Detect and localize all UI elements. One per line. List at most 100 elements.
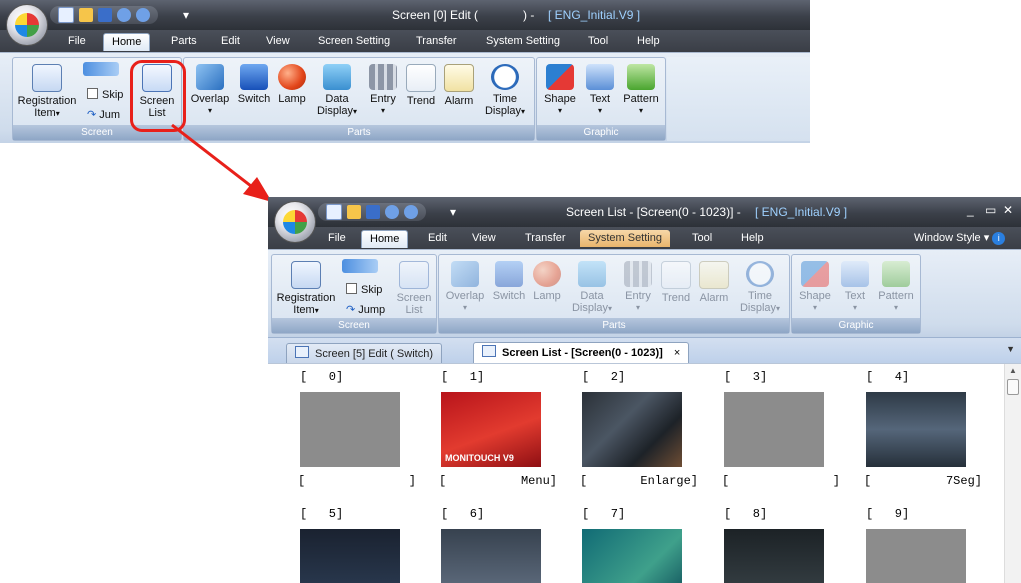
skip-checkbox[interactable]: Skip (346, 283, 382, 296)
screen-thumbnail[interactable] (582, 529, 682, 583)
data-display-label-2: Display (571, 302, 609, 314)
lamp-label: Lamp (533, 290, 561, 302)
new-file-icon[interactable] (326, 204, 342, 220)
tab-edit[interactable]: Edit (420, 230, 455, 247)
switch-label: Switch (492, 290, 526, 302)
close-icon[interactable]: ✕ (1003, 203, 1013, 217)
tab-view[interactable]: View (464, 230, 504, 247)
screen-number: [ 2] (582, 370, 626, 384)
switch-button[interactable]: Switch (489, 261, 529, 302)
screen-thumbnail[interactable] (300, 392, 400, 467)
screen-list-item[interactable]: [ 2] [Enlarge] (580, 370, 698, 488)
screen-list-item[interactable]: [ 9] (866, 507, 966, 583)
entry-label: Entry (625, 290, 651, 302)
time-display-button[interactable]: Time Display▾ (735, 261, 785, 315)
doc-tab-screen-edit[interactable]: Screen [5] Edit ( Switch) (286, 343, 442, 364)
screen-thumbnail[interactable] (300, 529, 400, 583)
trend-button[interactable]: Trend (659, 261, 693, 304)
screen-list-item[interactable]: [ 4] [7Seg] (864, 370, 982, 488)
shape-button[interactable]: Shape ▾ (796, 261, 834, 314)
data-display-button[interactable]: Data Display▾ (567, 261, 617, 315)
screen-name: [Enlarge] (580, 474, 698, 488)
ribbon-tabs: File Home Edit View Transfer System Sett… (268, 227, 1021, 249)
screen-number: [ 4] (866, 370, 910, 384)
doc-tab-label: Screen List - [Screen(0 - 1023)] (502, 347, 663, 359)
registration-item-icon (291, 261, 321, 289)
registration-item-button[interactable]: Registration Item▾ (276, 261, 336, 317)
screen-thumbnail[interactable] (724, 529, 824, 583)
prev-next-arrows[interactable] (342, 259, 378, 276)
screen-list-icon (482, 345, 496, 357)
pattern-icon (882, 261, 910, 287)
pattern-button[interactable]: Pattern ▾ (876, 261, 916, 314)
screen-list-item[interactable]: [ 7] (582, 507, 682, 583)
help-icon[interactable]: i (992, 231, 1006, 245)
screen-thumbnail[interactable] (441, 529, 541, 583)
screen-thumbnail[interactable] (866, 392, 966, 467)
document-tab-strip: Screen [5] Edit ( Switch) Screen List - … (268, 337, 1021, 365)
jump-button[interactable]: ↷ Jump (346, 303, 385, 316)
screen-number: [ 8] (724, 507, 768, 521)
screen-list-item[interactable]: [ 0] [] (298, 370, 416, 488)
alarm-icon (699, 261, 729, 289)
jump-label: Jump (358, 304, 386, 316)
open-folder-icon[interactable] (347, 205, 361, 219)
tab-tool[interactable]: Tool (684, 230, 720, 247)
app-logo-icon (283, 210, 307, 234)
screen-list-item[interactable]: [ 1] MONITOUCH V9 [Menu] (439, 370, 557, 488)
screen-thumbnail[interactable] (866, 529, 966, 583)
screen-edit-icon (295, 346, 309, 358)
minimize-icon[interactable]: _ (967, 203, 974, 217)
restore-icon[interactable]: ▭ (985, 203, 996, 217)
window-style-menu[interactable]: Window Style ▾ i (906, 230, 1013, 247)
doc-tab-screen-list[interactable]: Screen List - [Screen(0 - 1023)] × (473, 342, 690, 365)
overlap-icon (451, 261, 479, 287)
prev-next-arrows-icon (342, 259, 378, 273)
screen-list-button[interactable]: Screen List (394, 261, 434, 316)
screen-name-text: Menu (520, 474, 550, 488)
screen-list-item[interactable]: [ 3] [] (722, 370, 840, 488)
group-screen: Registration Item▾ Skip ↷ Jump Screen Li… (271, 254, 437, 334)
application-orb[interactable] (6, 4, 48, 46)
scroll-up-icon[interactable]: ▲ (1005, 366, 1021, 375)
save-icon[interactable] (366, 205, 380, 219)
overlap-button[interactable]: Overlap ▾ (443, 261, 487, 314)
lamp-button[interactable]: Lamp (531, 261, 563, 302)
text-button[interactable]: Text ▾ (838, 261, 872, 314)
application-orb[interactable] (274, 201, 316, 243)
screen-thumbnail[interactable]: MONITOUCH V9 (441, 392, 541, 467)
text-label: Text (844, 290, 866, 302)
screen-thumbnail[interactable] (582, 392, 682, 467)
screen-name: [] (722, 474, 840, 488)
screen-name-text (305, 474, 409, 488)
group-label-screen: Screen (272, 318, 436, 333)
overlap-label: Overlap (445, 290, 485, 302)
group-parts: Overlap ▾ Switch Lamp Data Display▾ Entry ▾… (438, 254, 790, 334)
quick-access-toolbar (318, 203, 426, 221)
tab-transfer[interactable]: Transfer (517, 230, 574, 247)
tab-home[interactable]: Home (361, 230, 409, 248)
tab-file[interactable]: File (320, 230, 354, 247)
trend-icon (661, 261, 691, 289)
screen-thumbnail[interactable] (724, 392, 824, 467)
screen-list-item[interactable]: [ 5] (300, 507, 400, 583)
tab-system-setting[interactable]: System Setting (580, 230, 670, 247)
entry-button[interactable]: Entry ▾ (621, 261, 655, 314)
screen-list-item[interactable]: [ 8] (724, 507, 824, 583)
screen-name: [7Seg] (864, 474, 982, 488)
undo-icon[interactable] (385, 205, 399, 219)
tab-help[interactable]: Help (733, 230, 772, 247)
screen-list-area: [ 0] [] [ 1] MONITOUCH V9 [Menu] [ 2] [Enlarge… (268, 363, 1021, 583)
scroll-thumb[interactable] (1007, 379, 1019, 395)
clock-icon (746, 261, 774, 287)
screen-number: [ 0] (300, 370, 344, 384)
screen-list-item[interactable]: [ 6] (441, 507, 541, 583)
tab-list-dropdown-icon[interactable]: ▼ (1006, 344, 1015, 354)
redo-icon[interactable] (404, 205, 418, 219)
group-graphic: Shape ▾ Text ▾ Pattern ▾ Graphic (791, 254, 921, 334)
registration-item-label: Registration (276, 292, 336, 304)
close-tab-icon[interactable]: × (674, 347, 680, 359)
qat-customize-icon[interactable]: ▾ (450, 205, 456, 219)
vertical-scrollbar[interactable]: ▲ (1004, 364, 1021, 583)
alarm-button[interactable]: Alarm (697, 261, 731, 304)
